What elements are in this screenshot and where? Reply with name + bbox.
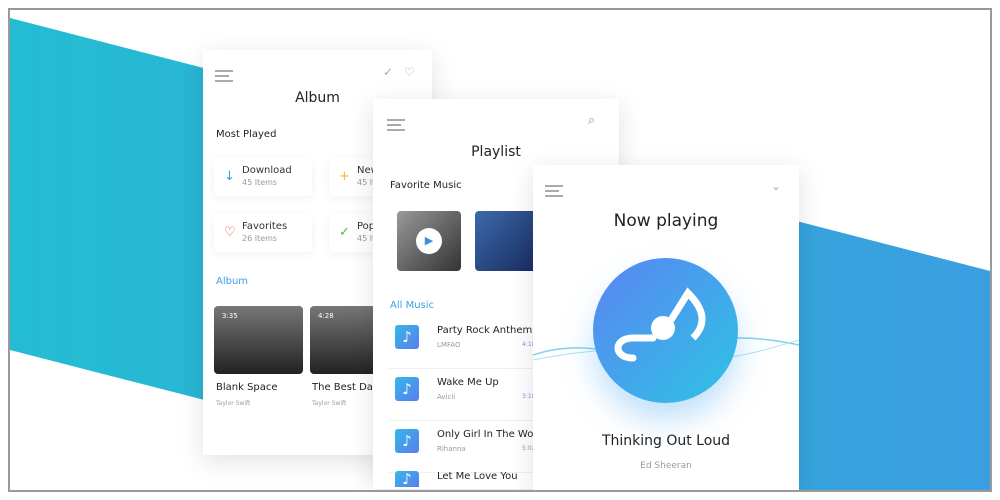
song-artist: Rihanna — [437, 445, 466, 453]
favorite-cover[interactable] — [475, 211, 539, 271]
song-title: Party Rock Anthem — [437, 325, 533, 336]
tile-label: Favorites — [242, 221, 288, 232]
download-icon: ↓ — [224, 169, 235, 184]
song-title: Wake Me Up — [437, 377, 499, 388]
album-artist: Taylor Swift — [312, 400, 347, 407]
music-note-icon: ♪ — [395, 429, 419, 453]
now-playing-screen: ⌄ Now playing Thinking Out Loud Ed Sheer… — [533, 165, 799, 490]
check-icon: ✓ — [339, 225, 350, 240]
album-duration: 4:28 — [318, 312, 334, 320]
song-artist: Ed Sheeran — [640, 461, 692, 471]
album-title[interactable]: Blank Space — [216, 382, 278, 393]
tile-download[interactable]: ↓ Download 45 Items — [214, 158, 312, 196]
tile-count: 45 Items — [242, 178, 278, 187]
menu-icon[interactable] — [545, 185, 563, 197]
music-note-icon: ♪ — [395, 325, 419, 349]
song-artist: LMFAO — [437, 341, 461, 349]
page-title: Playlist — [471, 144, 521, 160]
promo-frame: ✓ ♡ Album Most Played ↓ Download 45 Items … — [8, 8, 992, 492]
music-note-icon: ♪ — [395, 471, 419, 487]
section-heading: Favorite Music — [390, 180, 462, 191]
album-artist: Taylor Swift — [216, 400, 251, 407]
play-icon[interactable]: ▶ — [416, 228, 442, 254]
menu-icon[interactable] — [387, 119, 405, 131]
page-title: Now playing — [613, 211, 719, 231]
menu-icon[interactable] — [215, 70, 233, 82]
album-cover[interactable]: 3:35 — [214, 306, 303, 374]
check-icon[interactable]: ✓ — [383, 65, 393, 79]
section-heading: Most Played — [216, 129, 277, 140]
heart-icon: ♡ — [224, 225, 236, 240]
search-icon[interactable]: ⌕ — [588, 113, 595, 128]
music-note-icon — [614, 287, 706, 362]
song-title: Let Me Love You — [437, 471, 518, 482]
album-title[interactable]: The Best Day — [312, 382, 379, 393]
chevron-down-icon[interactable]: ⌄ — [771, 179, 781, 193]
tile-favorites[interactable]: ♡ Favorites 26 Items — [214, 214, 312, 252]
section-heading: All Music — [390, 300, 435, 311]
tile-label: Download — [242, 165, 292, 176]
album-duration: 3:35 — [222, 312, 238, 320]
song-artist: Avicii — [437, 393, 456, 401]
plus-icon: + — [339, 169, 350, 184]
song-title: Only Girl In The World — [437, 429, 547, 440]
album-art[interactable] — [593, 258, 738, 403]
heart-icon[interactable]: ♡ — [404, 65, 415, 79]
section-heading: Album — [216, 276, 249, 287]
music-note-icon: ♪ — [395, 377, 419, 401]
song-title: Thinking Out Loud — [601, 433, 731, 449]
tile-count: 26 Items — [242, 234, 278, 243]
favorite-cover[interactable]: ▶ — [397, 211, 461, 271]
